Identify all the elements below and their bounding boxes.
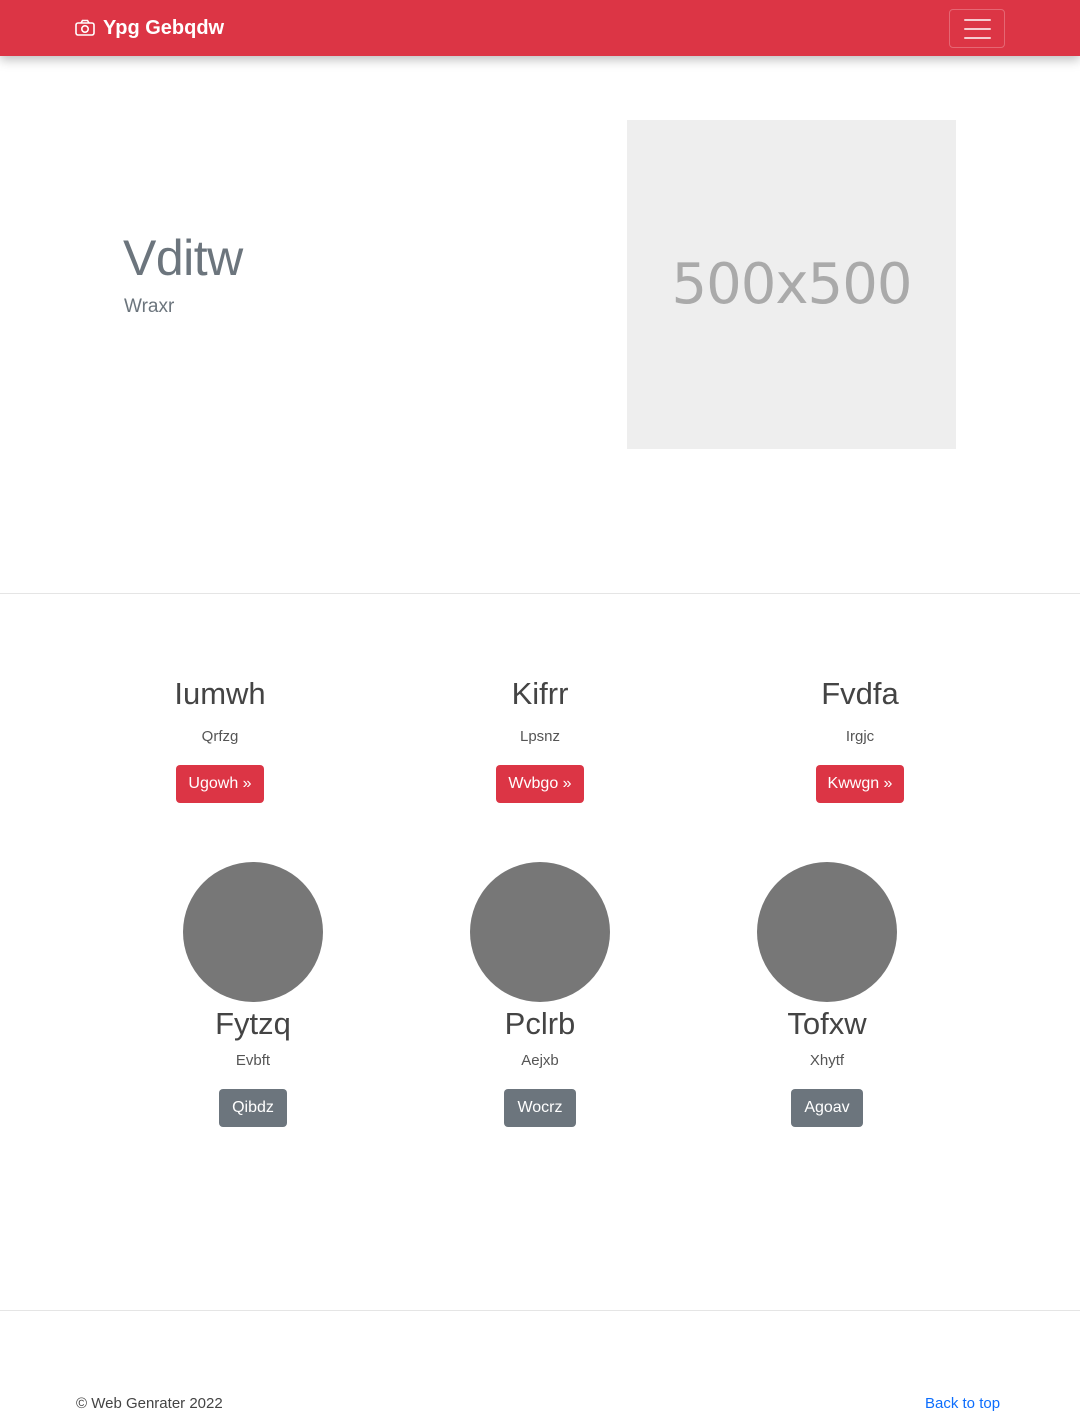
camera-icon — [75, 19, 95, 36]
person-button[interactable]: Qibdz — [219, 1089, 287, 1127]
back-to-top-link[interactable]: Back to top — [925, 1395, 1000, 1413]
footer-copyright: © Web Genrater 2022 — [76, 1395, 223, 1412]
person-name: Tofxw — [787, 1006, 867, 1041]
feature-title: Kifrr — [511, 676, 569, 711]
person-column: Fytzq Evbft Qibdz — [133, 862, 373, 1127]
person-name: Fytzq — [215, 1006, 291, 1041]
person-button[interactable]: Wocrz — [504, 1089, 576, 1127]
hamburger-icon — [963, 18, 991, 21]
feature-text: Irgjc — [845, 728, 875, 745]
feature-column: Iumwh Qrfzg Ugowh » — [80, 672, 360, 803]
hero-title: Vditw — [123, 230, 243, 286]
hero-image-placeholder: 500x500 — [627, 120, 956, 449]
feature-text: Lpsnz — [519, 728, 561, 745]
feature-button[interactable]: Wvbgo » — [496, 765, 584, 803]
feature-column: Fvdfa Irgjc Kwwgn » — [720, 672, 1000, 803]
person-text: Aejxb — [521, 1052, 559, 1069]
feature-title: Fvdfa — [821, 676, 899, 711]
placeholder-label: 500x500 — [671, 252, 913, 317]
avatar — [470, 862, 610, 1002]
avatar — [757, 862, 897, 1002]
person-text: Xhytf — [809, 1052, 845, 1069]
feature-title: Iumwh — [174, 676, 266, 711]
navbar: Ypg Gebqdw — [0, 0, 1080, 56]
brand-label: Ypg Gebqdw — [103, 17, 225, 39]
hamburger-icon — [963, 36, 991, 39]
person-button[interactable]: Agoav — [791, 1089, 863, 1127]
feature-column: Kifrr Lpsnz Wvbgo » — [400, 672, 680, 803]
feature-button[interactable]: Ugowh » — [176, 765, 264, 803]
section-divider — [0, 593, 1080, 594]
person-column: Tofxw Xhytf Agoav — [707, 862, 947, 1127]
brand-link[interactable]: Ypg Gebqdw — [75, 15, 224, 41]
footer-divider — [0, 1310, 1080, 1311]
person-text: Evbft — [235, 1052, 271, 1069]
hamburger-icon — [963, 27, 991, 30]
person-column: Pclrb Aejxb Wocrz — [420, 862, 660, 1127]
navbar-toggler-button[interactable] — [949, 9, 1005, 48]
person-name: Pclrb — [504, 1006, 576, 1041]
feature-button[interactable]: Kwwgn » — [815, 765, 905, 803]
feature-text: Qrfzg — [201, 728, 239, 745]
avatar — [183, 862, 323, 1002]
hero-subtitle: Wraxr — [124, 296, 175, 317]
